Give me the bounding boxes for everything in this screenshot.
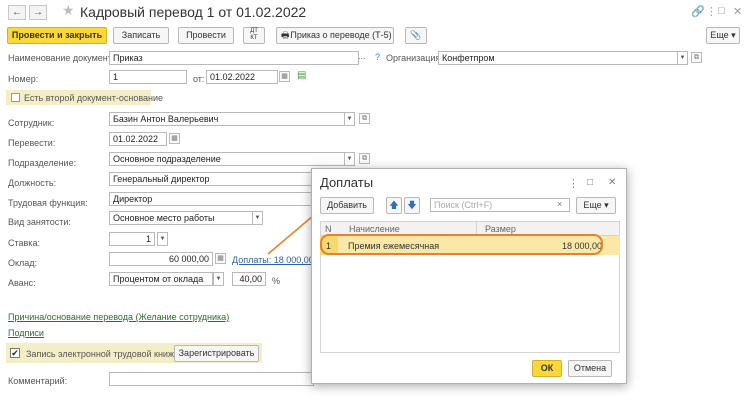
transfer-reason-link[interactable]: Причина/основание перевода (Желание сотр… <box>8 312 229 322</box>
save-button[interactable]: Записать <box>113 27 169 44</box>
col-amount-header: Размер <box>485 224 516 234</box>
more-vert-icon[interactable]: ⋮ <box>706 5 717 18</box>
transfer-label: Перевести: <box>8 138 56 148</box>
dialog-title: Доплаты <box>320 175 374 190</box>
employee-field[interactable]: Базин Антон Валерьевич <box>109 112 355 126</box>
movements-icon[interactable]: ДТ КТ <box>243 27 265 44</box>
rate-label: Ставка: <box>8 238 40 248</box>
org-label: Организация: <box>386 53 443 63</box>
print-order-button[interactable]: 🖶 Приказ о переводе (Т-5) <box>276 27 394 44</box>
date-from-label: от: <box>193 74 205 84</box>
document-title: Кадровый перевод 1 от 01.02.2022 <box>80 4 307 20</box>
advance-percent-field[interactable]: 40,00 <box>232 272 266 286</box>
search-input[interactable]: Поиск (Ctrl+F) <box>430 198 570 212</box>
advance-type-field[interactable]: Процентом от оклада <box>109 272 213 286</box>
dept-label: Подразделение: <box>8 158 77 168</box>
employment-type-field[interactable]: Основное место работы <box>109 211 254 225</box>
advance-label: Аванс: <box>8 278 36 288</box>
move-down-icon[interactable]: 🡇 <box>404 197 420 214</box>
move-up-icon[interactable]: 🡅 <box>386 197 402 214</box>
rate-dropdown-icon[interactable]: ▼ <box>157 232 168 246</box>
row-highlight-annotation <box>320 234 603 255</box>
second-basis-label: Есть второй документ-основание <box>24 93 164 103</box>
maximize-icon[interactable]: □ <box>718 5 725 17</box>
attachment-icon[interactable]: 📎 <box>405 27 427 44</box>
transfer-date-field[interactable]: 01.02.2022 <box>109 132 167 146</box>
organization-field[interactable]: Конфетпром <box>438 51 688 65</box>
transfer-calendar-icon[interactable]: ▦ <box>169 133 180 144</box>
post-and-close-button[interactable]: Провести и закрыть <box>7 27 107 44</box>
dialog-more-button[interactable]: Еще ▾ <box>576 197 616 214</box>
dept-dropdown-icon[interactable]: ▼ <box>344 152 355 166</box>
function-label: Трудовая функция: <box>8 198 88 208</box>
dialog-more-vert-icon[interactable]: ⋮ <box>568 177 579 190</box>
register-button[interactable]: Зарегистрировать <box>174 345 259 362</box>
position-label: Должность: <box>8 178 57 188</box>
employee-open-icon[interactable]: ⧉ <box>359 113 370 124</box>
more-button[interactable]: Еще ▾ <box>706 27 740 44</box>
ework-checkbox-checked-icon[interactable]: ✔ <box>10 348 20 358</box>
printer-icon: 🖶 <box>281 30 290 40</box>
col-accrual-header: Начисление <box>349 224 400 234</box>
forward-button[interactable]: → <box>29 5 47 20</box>
org-dropdown-icon[interactable]: ▼ <box>677 51 688 65</box>
number-label: Номер: <box>8 74 39 84</box>
comment-field[interactable] <box>109 372 314 386</box>
advance-dropdown-icon[interactable]: ▼ <box>213 272 224 286</box>
link-icon[interactable]: 🔗 <box>691 5 705 18</box>
calculator-icon[interactable]: ▦ <box>215 253 226 264</box>
back-button[interactable]: ← <box>8 5 26 20</box>
close-icon[interactable]: ✕ <box>733 5 742 18</box>
rate-field[interactable]: 1 <box>109 232 155 246</box>
history-icon[interactable]: ▤ <box>297 70 306 81</box>
percent-sign: % <box>272 276 281 286</box>
doc-name-label: Наименование документа: <box>8 53 120 63</box>
number-field[interactable]: 1 <box>109 70 187 84</box>
salary-field[interactable]: 60 000,00 <box>109 252 213 266</box>
department-field[interactable]: Основное подразделение <box>109 152 355 166</box>
employee-label: Сотрудник: <box>8 118 55 128</box>
add-button[interactable]: Добавить <box>320 197 374 214</box>
dept-open-icon[interactable]: ⧉ <box>359 153 370 164</box>
salary-label: Оклад: <box>8 258 38 268</box>
post-button[interactable]: Провести <box>178 27 234 44</box>
clear-search-icon[interactable]: × <box>557 199 562 209</box>
date-field[interactable]: 01.02.2022 <box>206 70 278 84</box>
bonuses-dialog: Доплаты ⋮ □ ✕ Добавить 🡅 🡇 Поиск (Ctrl+F… <box>311 168 627 384</box>
org-open-icon[interactable]: ⧉ <box>691 52 702 63</box>
position-field[interactable]: Генеральный директор <box>109 172 314 186</box>
col-n-header: N <box>325 224 332 234</box>
employment-label: Вид занятости: <box>8 217 71 227</box>
doc-name-field[interactable]: Приказ <box>109 51 359 65</box>
favorite-star-icon[interactable]: ★ <box>62 2 75 19</box>
print-order-label: Приказ о переводе (Т-5) <box>290 30 392 40</box>
second-basis-checkbox[interactable] <box>11 93 20 102</box>
signatures-link[interactable]: Подписи <box>8 328 44 338</box>
cancel-button[interactable]: Отмена <box>568 360 612 377</box>
calendar-icon[interactable]: ▦ <box>279 71 290 82</box>
employee-dropdown-icon[interactable]: ▼ <box>344 112 355 126</box>
dialog-close-icon[interactable]: ✕ <box>608 177 616 188</box>
dialog-maximize-icon[interactable]: □ <box>587 177 593 188</box>
comment-label: Комментарий: <box>8 376 68 386</box>
help-icon[interactable]: ? <box>375 52 380 62</box>
ework-label: Запись электронной трудовой книжки: <box>26 349 186 359</box>
ok-button[interactable]: ОК <box>532 360 562 377</box>
doc-name-select-icon[interactable]: ... <box>358 51 366 61</box>
